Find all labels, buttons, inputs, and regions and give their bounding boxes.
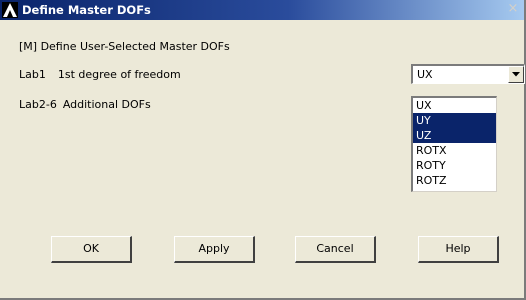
lab1-selected-value: UX [417,68,433,81]
chevron-down-icon [512,72,520,77]
list-item-uz[interactable]: UZ [413,128,496,143]
additional-dofs-listbox[interactable]: UX UY UZ ROTX ROTY ROTZ [411,96,497,192]
list-item-ux[interactable]: UX [413,98,496,113]
list-item-rotz[interactable]: ROTZ [413,173,496,188]
list-item-roty[interactable]: ROTY [413,158,496,173]
help-button[interactable]: Help [418,236,499,263]
ansys-logo-icon [2,2,18,18]
dropdown-button[interactable] [508,66,524,83]
title-bar[interactable]: Define Master DOFs × [0,0,524,20]
apply-button[interactable]: Apply [174,236,255,263]
close-icon[interactable]: × [506,2,520,16]
ok-button[interactable]: OK [51,236,132,263]
list-item-rotx[interactable]: ROTX [413,143,496,158]
cancel-button[interactable]: Cancel [295,236,376,263]
lab2-row: Lab2-6 Additional DOFs [19,98,151,111]
list-item-uy[interactable]: UY [413,113,496,128]
lab1-dropdown[interactable]: UX [411,64,525,84]
lab1-row: Lab1 1st degree of freedom [19,68,181,81]
window-title: Define Master DOFs [22,3,151,17]
lab2-description: Additional DOFs [62,98,151,111]
lab1-description: 1st degree of freedom [57,68,181,81]
form-header: [M] Define User-Selected Master DOFs [19,40,230,53]
lab1-label: Lab1 [19,68,46,81]
define-master-dofs-dialog: Define Master DOFs × [M] Define User-Sel… [0,0,526,300]
lab2-label: Lab2-6 [19,98,57,111]
